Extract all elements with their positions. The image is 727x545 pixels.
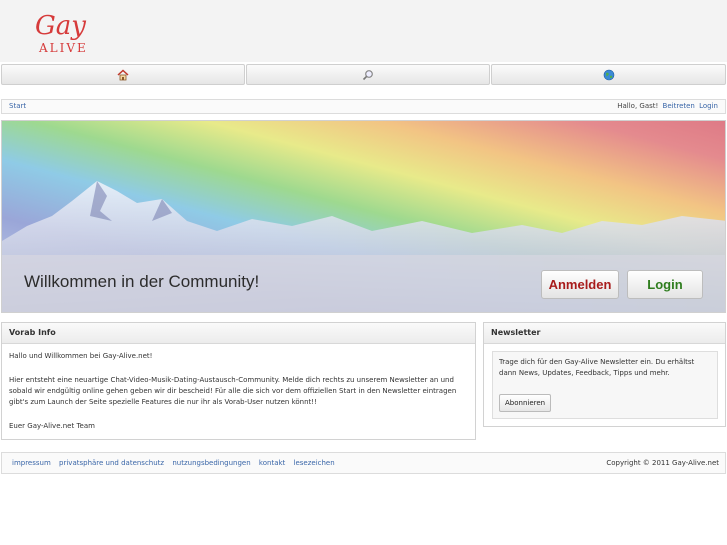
intro-description: Hier entsteht eine neuartige Chat-Video-… [9, 376, 457, 406]
intro-signature: Euer Gay-Alive.net Team [9, 422, 95, 430]
newsletter-panel-title: Newsletter [484, 323, 725, 344]
intro-greeting: Hallo und Willkommen bei Gay-Alive.net! [9, 352, 153, 360]
breadcrumb-start-link[interactable]: Start [9, 100, 26, 113]
newsletter-box: Trage dich für den Gay-Alive Newsletter … [492, 351, 718, 419]
register-button[interactable]: Anmelden [541, 270, 619, 299]
footer-links: impressum privatsphäre und datenschutz n… [12, 453, 341, 473]
welcome-heading: Willkommen in der Community! [24, 272, 260, 291]
logo-text-alive: ALIVE [38, 41, 88, 55]
subscribe-button[interactable]: Abonnieren [499, 394, 552, 412]
breadcrumb: Start Hallo, Gast! Beitreten Login [1, 99, 726, 114]
join-link[interactable]: Beitreten [663, 102, 695, 110]
logo-graphic: Gay ALIVE [35, 11, 88, 55]
nav-search-button[interactable] [246, 64, 490, 85]
globe-icon [603, 69, 614, 80]
nav-home-button[interactable] [1, 64, 245, 85]
site-footer: impressum privatsphäre und datenschutz n… [1, 452, 726, 474]
footer-link-impressum[interactable]: impressum [12, 459, 51, 467]
copyright-text: Copyright © 2011 Gay-Alive.net [606, 459, 719, 467]
home-icon [117, 68, 129, 80]
newsletter-text: Trage dich für den Gay-Alive Newsletter … [499, 358, 695, 377]
search-icon [362, 69, 373, 80]
footer-link-contact[interactable]: kontakt [259, 459, 285, 467]
login-button[interactable]: Login [627, 270, 703, 299]
guest-greeting: Hallo, Gast! [617, 102, 659, 110]
intro-panel-title: Vorab Info [2, 323, 475, 344]
hero-banner: Willkommen in der Community! Anmelden Lo… [1, 120, 726, 313]
logo-text-gay: Gay [35, 11, 86, 41]
intro-panel: Vorab Info Hallo und Willkommen bei Gay-… [1, 322, 476, 440]
nav-globe-button[interactable] [491, 64, 726, 85]
intro-content: Hallo und Willkommen bei Gay-Alive.net! … [9, 351, 471, 432]
footer-link-bookmarks[interactable]: lesezeichen [294, 459, 335, 467]
main-nav [0, 62, 727, 88]
site-logo[interactable]: Gay ALIVE [33, 8, 125, 58]
newsletter-panel: Newsletter Trage dich für den Gay-Alive … [483, 322, 726, 427]
footer-link-privacy[interactable]: privatsphäre und datenschutz [59, 459, 164, 467]
login-link[interactable]: Login [699, 102, 718, 110]
user-status: Hallo, Gast! Beitreten Login [617, 100, 718, 113]
footer-link-terms[interactable]: nutzungsbedingungen [172, 459, 250, 467]
site-header: Gay ALIVE [0, 0, 727, 62]
